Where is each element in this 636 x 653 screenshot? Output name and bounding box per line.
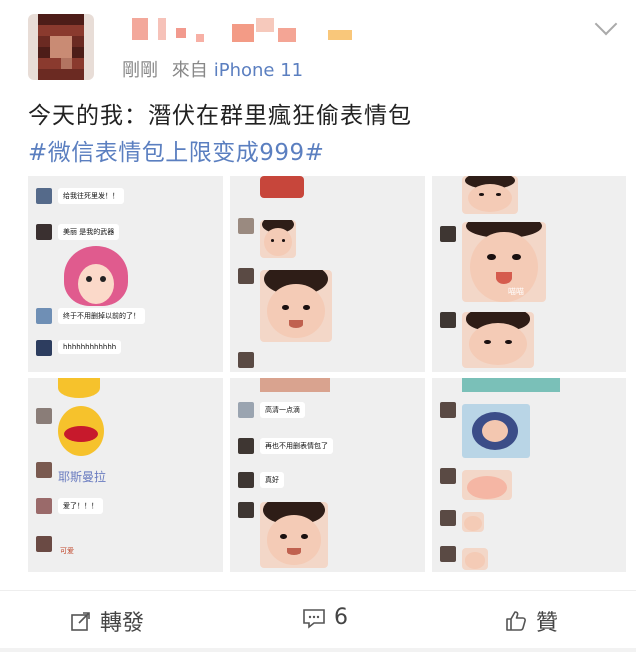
chat-avatar — [440, 312, 456, 328]
baby-sticker — [260, 176, 304, 198]
image-cell-3[interactable]: 喵喵 — [432, 176, 626, 372]
chat-bubble: 真好 — [260, 472, 284, 488]
sticker-image — [462, 378, 560, 392]
baby-sticker: 喵喵 — [462, 222, 546, 302]
baby-sticker — [260, 502, 328, 568]
sticker-image — [58, 378, 100, 398]
sticker-text: 可爱 — [60, 547, 74, 555]
thumbs-up-icon — [506, 611, 526, 631]
comment-count: 6 — [334, 605, 348, 630]
chat-bubble: 终于不用删掉以前的了！ — [58, 308, 145, 324]
like-label: 贊 — [536, 611, 559, 636]
hashtag-link[interactable]: #微信表情包上限变成999# — [28, 133, 324, 167]
chat-message: 给我往死里发！！ — [36, 188, 124, 204]
username-pixelated[interactable] — [132, 14, 362, 44]
sticker-image — [260, 378, 330, 392]
chat-avatar — [238, 472, 254, 488]
baby-sticker — [462, 176, 518, 214]
lips-sticker — [58, 406, 104, 456]
image-cell-5[interactable]: 高清一点滴 再也不用删表情包了 真好 — [230, 378, 425, 572]
chat-bubble: 爱了！！！ — [58, 498, 103, 514]
avatar[interactable] — [28, 14, 94, 80]
sticker-text: 耶斯曼拉 — [58, 470, 107, 484]
chat-message: 高清一点滴 — [238, 402, 305, 418]
chat-message: 再也不用删表情包了 — [238, 438, 333, 454]
chat-message: hhhhhhhhhhhh — [36, 340, 122, 356]
baby-sticker — [462, 470, 512, 500]
baby-sticker — [260, 220, 296, 258]
chat-message: 美丽 是我的武器 — [36, 224, 120, 240]
sticker-caption: 喵喵 — [508, 287, 524, 296]
chat-message: 爱了！！！ — [36, 498, 103, 514]
chat-avatar — [36, 224, 52, 240]
post-actions: 轉發 6 贊 — [0, 590, 636, 653]
post-header: 剛剛 來自 iPhone 11 — [0, 0, 636, 90]
chat-avatar — [36, 188, 52, 204]
chat-avatar — [36, 498, 52, 514]
chat-avatar — [36, 536, 52, 552]
chat-bubble: hhhhhhhhhhhh — [58, 340, 122, 354]
chat-message: 终于不用删掉以前的了！ — [36, 308, 145, 324]
image-cell-1[interactable]: 给我往死里发！！ 美丽 是我的武器 终于不用删掉以前的了！ hhhhhhhhhh… — [28, 176, 223, 372]
image-cell-6[interactable] — [432, 378, 626, 572]
chat-avatar — [238, 352, 254, 368]
repost-button[interactable]: 轉發 — [70, 605, 144, 637]
baby-sticker — [462, 312, 534, 368]
share-icon — [71, 612, 90, 631]
chat-bubble: 再也不用删表情包了 — [260, 438, 333, 454]
chat-avatar — [440, 402, 456, 418]
chat-avatar — [238, 402, 254, 418]
sticker-image — [64, 246, 128, 306]
chat-avatar — [238, 268, 254, 284]
bottom-divider — [0, 648, 636, 652]
baby-sticker — [260, 270, 332, 342]
chat-message: 真好 — [238, 472, 284, 488]
chat-avatar — [36, 340, 52, 356]
chat-bubble: 美丽 是我的武器 — [58, 224, 120, 240]
chat-avatar — [36, 408, 52, 424]
chat-avatar — [440, 546, 456, 562]
chat-bubble: 高清一点滴 — [260, 402, 305, 418]
chat-avatar — [36, 462, 52, 478]
post-time: 剛剛 — [122, 60, 158, 81]
chat-bubble: 给我往死里发！！ — [58, 188, 124, 204]
chat-avatar — [238, 502, 254, 518]
image-cell-4[interactable]: 耶斯曼拉 爱了！！！ 可爱 — [28, 378, 223, 572]
chevron-down-icon[interactable] — [594, 12, 618, 36]
post-source: 來自 — [171, 60, 208, 81]
chat-avatar — [440, 226, 456, 242]
post-device: iPhone 11 — [213, 60, 304, 81]
comment-icon — [303, 608, 325, 629]
post-text: 今天的我：潛伏在群里瘋狂偷表情包 — [28, 103, 412, 129]
image-grid: 给我往死里发！！ 美丽 是我的武器 终于不用删掉以前的了！ hhhhhhhhhh… — [28, 176, 626, 572]
chat-avatar — [238, 438, 254, 454]
sticker-image — [462, 404, 530, 458]
chat-avatar — [36, 308, 52, 324]
chat-avatar — [440, 510, 456, 526]
repost-label: 轉發 — [100, 611, 145, 636]
baby-sticker — [462, 548, 488, 570]
post-meta: 剛剛 來自 iPhone 11 — [122, 56, 303, 82]
comment-button[interactable]: 6 — [302, 605, 348, 630]
like-button[interactable]: 贊 — [504, 605, 558, 637]
image-cell-2[interactable] — [230, 176, 425, 372]
baby-sticker — [462, 512, 484, 532]
chat-avatar — [440, 468, 456, 484]
chat-avatar — [238, 218, 254, 234]
